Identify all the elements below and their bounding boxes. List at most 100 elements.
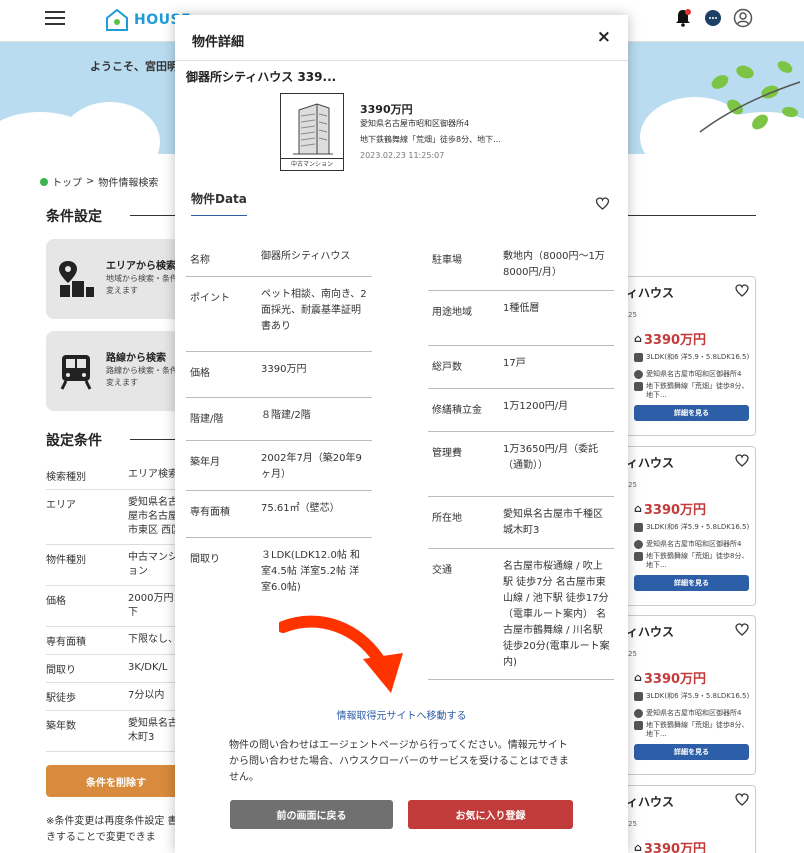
settings-title: 設定条件 — [46, 433, 102, 449]
price-house-icon: ⌂ — [634, 671, 642, 684]
conditions-title-rule — [130, 215, 180, 216]
welcome-text: ようこそ、宮田明 — [90, 60, 178, 73]
train-small-icon — [634, 382, 643, 391]
settings-row: 専有面積 下限なし、 — [46, 627, 186, 655]
breadcrumb-current: 物件情報検索 — [98, 178, 159, 189]
house-clover-logo-icon — [106, 8, 128, 31]
result-card-name: ィハウス — [626, 286, 675, 300]
red-arrow-icon — [279, 615, 403, 693]
data-row: 用途地域 1種低層 — [428, 291, 614, 346]
notification-bell-icon[interactable] — [672, 7, 694, 29]
floorplan-icon — [634, 353, 643, 362]
property-name: 御器所シティハウス 339... — [186, 70, 337, 84]
settings-title-rule — [130, 439, 180, 440]
source-site-link[interactable]: 情報取得元サイトへ移動する — [175, 707, 628, 722]
area-search-sub: 地域から検索・条件を変えます — [106, 274, 186, 295]
modal-title: 物件詳細 — [192, 35, 245, 50]
modal-header: 物件詳細 × — [175, 15, 628, 61]
close-icon[interactable]: × — [597, 27, 611, 47]
property-price: 3390万円 — [360, 103, 413, 116]
property-thumbnail: 中古マンション — [280, 93, 344, 171]
inquiry-disclaimer: 物件の問い合わせはエージェントページから行ってください。情報元サイトから問い合わ… — [229, 740, 569, 783]
data-row: 築年月 2002年7月（築20年9ヶ月） — [186, 441, 372, 491]
breadcrumb-dot-icon — [40, 177, 48, 186]
result-card[interactable]: ィハウス 25 ⌂ 3390万円 3LDK(和6 洋5.9・5.8LDK16.5)… — [625, 446, 756, 606]
location-pin-icon — [634, 709, 643, 718]
map-pin-icon — [59, 261, 94, 297]
result-card-price: ⌂ 3390万円 — [634, 841, 707, 853]
settings-row: 駅徒歩 7分以内 — [46, 683, 186, 711]
result-card[interactable]: ィハウス 25 ⌂ 3390万円 3LDK(和6 洋5.9・5.8LDK16.5)… — [625, 276, 756, 436]
data-row: 名称 御器所シティハウス — [186, 239, 372, 277]
area-search-title: エリアから検索 — [106, 261, 176, 272]
price-house-icon: ⌂ — [634, 502, 642, 515]
settings-row: エリア 愛知県名古屋市名古屋市東区 西区 — [46, 490, 186, 545]
area-search-card[interactable]: エリアから検索 地域から検索・条件を変えます — [46, 239, 186, 319]
view-detail-button[interactable]: 詳細を見る — [634, 405, 749, 421]
user-icon[interactable] — [732, 7, 754, 29]
back-button[interactable]: 前の画面に戻る — [230, 800, 393, 829]
data-row: 総戸数 17戸 — [428, 346, 614, 389]
result-card-price: ⌂ 3390万円 — [634, 332, 707, 348]
thumbnail-label: 中古マンション — [281, 158, 343, 170]
settings-row: 価格 2000万円 下 — [46, 586, 186, 627]
price-house-icon: ⌂ — [634, 841, 642, 853]
property-date: 2023.02.23 11:25:07 — [360, 151, 445, 160]
data-row: 間取り ３LDK(LDK12.0帖 和室4.5帖 洋室5.2帖 洋室6.0帖) — [190, 550, 361, 593]
settings-row: 築年数 愛知県名古 木町3 — [46, 711, 186, 752]
chat-icon[interactable] — [702, 7, 724, 29]
result-card-price: ⌂ 3390万円 — [634, 502, 707, 518]
settings-row: 物件種別 中古マンション — [46, 545, 186, 586]
floorplan-icon — [634, 523, 643, 532]
settings-row: 間取り 3K/DK/L — [46, 655, 186, 683]
delete-conditions-button[interactable]: 条件を削除す — [46, 765, 186, 797]
result-card[interactable]: ィハウス 25 ⌂ 3390万円 3LDK(和6 洋5.9・5.8LDK16.5)… — [625, 615, 756, 775]
location-pin-icon — [634, 540, 643, 549]
heart-icon[interactable] — [595, 197, 610, 210]
result-card-name: ィハウス — [626, 625, 675, 639]
settings-table: 検索種別 エリア検索 エリア 愛知県名古屋市名古屋市東区 西区 物件種別 中古マンショ… — [46, 462, 186, 752]
heart-icon[interactable] — [735, 623, 749, 636]
property-data-right-column: 駐車場 敷地内（8000円〜1万8000円/月） 用途地域 1種低層 総戸数 17戸 … — [428, 239, 614, 680]
result-card[interactable]: ィハウス 25 ⌂ 3390万円 — [625, 785, 756, 853]
data-row: 所在地 愛知県名古屋市千種区城木町3 — [428, 497, 614, 549]
breadcrumb-top-link[interactable]: トップ — [52, 174, 82, 189]
train-small-icon — [634, 552, 643, 561]
line-search-card[interactable]: 路線から検索 路線から検索・条件を変えます — [46, 331, 186, 411]
train-icon — [60, 355, 92, 390]
line-search-title: 路線から検索 — [106, 353, 166, 364]
floorplan-icon — [634, 692, 643, 701]
property-access: 地下鉄鶴舞線「荒畑」徒歩8分、地下... — [360, 135, 501, 144]
breadcrumb: トップ > 物件情報検索 — [40, 174, 158, 189]
leaves-decoration-icon — [699, 61, 801, 133]
train-small-icon — [634, 721, 643, 730]
line-search-sub: 路線から検索・条件を変えます — [106, 366, 186, 387]
data-row: 修繕積立金 1万1200円/月 — [428, 389, 614, 432]
data-row: 交通 名古屋市桜通線 / 吹上駅 徒歩7分 名古屋市東山線 / 池下駅 徒歩17分… — [428, 549, 614, 680]
settings-row: 検索種別 エリア検索 — [46, 462, 186, 490]
heart-icon[interactable] — [735, 454, 749, 467]
result-card-name: ィハウス — [626, 456, 675, 470]
add-favorite-button[interactable]: お気に入り登録 — [408, 800, 573, 829]
property-data-heading: 物件Data — [191, 190, 247, 216]
result-card-price: ⌂ 3390万円 — [634, 671, 707, 687]
view-detail-button[interactable]: 詳細を見る — [634, 744, 749, 760]
result-card-name: ィハウス — [626, 795, 675, 809]
data-row: 管理費 1万3650円/月（委託（通勤）） — [428, 432, 614, 497]
conditions-title: 条件設定 — [46, 209, 102, 225]
settings-note: ※条件変更は再度条件設定 書きすることで変更できま — [46, 816, 178, 843]
heart-icon[interactable] — [735, 793, 749, 806]
property-detail-modal: 物件詳細 × 御器所シティハウス 339... 中古マンション 3390万円 愛… — [175, 15, 628, 853]
data-row: 階建/階 ８階建/2階 — [186, 398, 372, 441]
data-row: ポイント ペット相談、南向き、2面採光、耐震基準証明書あり — [186, 277, 372, 352]
view-detail-button[interactable]: 詳細を見る — [634, 575, 749, 591]
data-row: 駐車場 敷地内（8000円〜1万8000円/月） — [428, 239, 614, 291]
property-address: 愛知県名古屋市昭和区御器所4 — [360, 119, 470, 128]
building-icon — [293, 103, 333, 155]
breadcrumb-separator: > — [86, 176, 95, 187]
data-row: 専有面積 75.61㎡（壁芯） — [186, 491, 372, 538]
data-row: 価格 3390万円 — [186, 352, 372, 398]
location-pin-icon — [634, 370, 643, 379]
menu-icon[interactable] — [45, 11, 65, 25]
heart-icon[interactable] — [735, 284, 749, 297]
